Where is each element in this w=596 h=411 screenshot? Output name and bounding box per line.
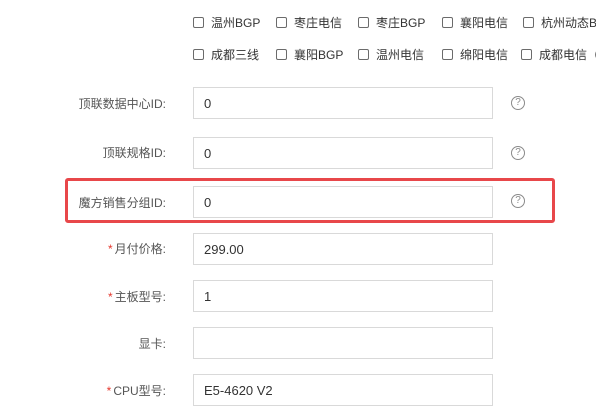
gpu-label: 显卡:	[139, 335, 166, 352]
required-mark: *	[107, 242, 113, 256]
field-label-text: 月付价格:	[114, 242, 166, 256]
line-option-label: 温州BGP	[211, 16, 261, 30]
field-label-text: CPU型号:	[113, 384, 166, 398]
line-option[interactable]: 绵阳电信	[442, 46, 508, 63]
line-option[interactable]: 成都电信（	[521, 46, 596, 63]
input-value: 1	[204, 288, 212, 304]
dingyun-spec-id-input[interactable]: 0	[193, 137, 493, 169]
line-option[interactable]: 杭州动态B	[523, 14, 596, 31]
checkbox[interactable]	[358, 17, 369, 28]
gpu-input[interactable]	[193, 327, 493, 359]
cpu-model-input[interactable]: E5-4620 V2	[193, 374, 493, 406]
line-option[interactable]: 温州BGP	[193, 14, 260, 31]
line-option[interactable]: 枣庄电信	[276, 14, 342, 31]
field-label-text: 顶联数据中心ID:	[78, 97, 166, 111]
question-circle-icon[interactable]: ?	[511, 96, 525, 110]
checkbox[interactable]	[521, 49, 532, 60]
line-option-label: 绵阳电信	[460, 48, 509, 62]
input-value: 0	[204, 145, 212, 161]
input-value: 0	[204, 95, 212, 111]
checkbox[interactable]	[193, 17, 204, 28]
line-option[interactable]: 襄阳电信	[442, 14, 508, 31]
checkbox[interactable]	[276, 17, 287, 28]
field-label-text: 主板型号:	[114, 290, 166, 304]
line-option-label: 成都电信（	[539, 48, 596, 62]
line-option-label: 杭州动态B	[541, 16, 596, 30]
dingyun-dc-id-label: 顶联数据中心ID:	[79, 95, 166, 112]
line-option-label: 襄阳电信	[460, 16, 509, 30]
input-value: 0	[204, 194, 212, 210]
checkbox[interactable]	[193, 49, 204, 60]
help-glyph: ?	[515, 147, 521, 158]
monthly-price-input[interactable]: 299.00	[193, 233, 493, 265]
input-value: 299.00	[204, 241, 244, 257]
line-options-row-1: 温州BGP 枣庄电信 枣庄BGP 襄阳电信 杭州动态B	[0, 10, 596, 34]
motherboard-label: * 主板型号:	[108, 288, 166, 305]
monthly-price-label: * 月付价格:	[108, 240, 166, 257]
line-option-label: 襄阳BGP	[294, 48, 344, 62]
dingyun-dc-id-input[interactable]: 0	[193, 87, 493, 119]
required-mark: *	[107, 290, 113, 304]
question-circle-icon[interactable]: ?	[511, 146, 525, 160]
mofang-group-id-input[interactable]: 0	[193, 186, 493, 218]
checkbox[interactable]	[442, 17, 453, 28]
dingyun-spec-id-label: 顶联规格ID:	[103, 144, 166, 161]
line-option-label: 枣庄电信	[294, 16, 343, 30]
line-option-label: 温州电信	[376, 48, 425, 62]
line-option[interactable]: 枣庄BGP	[358, 14, 425, 31]
line-option[interactable]: 成都三线	[193, 46, 259, 63]
input-value: E5-4620 V2	[204, 382, 273, 398]
line-option[interactable]: 温州电信	[358, 46, 424, 63]
line-options-row-2: 成都三线 襄阳BGP 温州电信 绵阳电信 成都电信（	[0, 42, 596, 66]
line-option-label: 成都三线	[211, 48, 260, 62]
field-label-text: 顶联规格ID:	[102, 146, 166, 160]
required-mark: *	[106, 384, 112, 398]
help-glyph: ?	[515, 195, 521, 206]
field-label-text: 魔方销售分组ID:	[78, 196, 166, 210]
question-circle-icon[interactable]: ?	[511, 194, 525, 208]
line-option-label: 枣庄BGP	[376, 16, 426, 30]
mofang-group-id-label: 魔方销售分组ID:	[79, 194, 166, 211]
checkbox[interactable]	[276, 49, 287, 60]
motherboard-input[interactable]: 1	[193, 280, 493, 312]
checkbox[interactable]	[358, 49, 369, 60]
field-label-text: 显卡:	[138, 337, 166, 351]
cpu-model-label: * CPU型号:	[107, 382, 166, 399]
help-glyph: ?	[515, 97, 521, 108]
line-option[interactable]: 襄阳BGP	[276, 46, 343, 63]
checkbox[interactable]	[523, 17, 534, 28]
checkbox[interactable]	[442, 49, 453, 60]
